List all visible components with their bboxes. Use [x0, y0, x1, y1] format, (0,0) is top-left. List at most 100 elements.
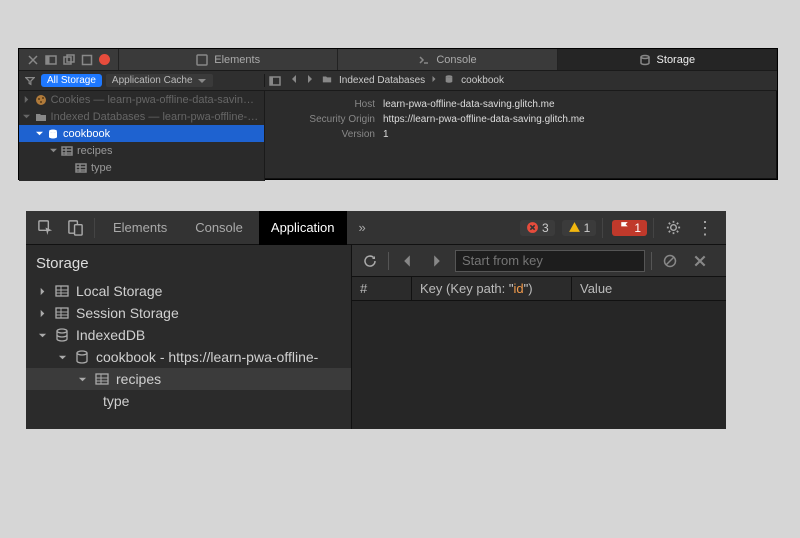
tab-console[interactable]: Console: [183, 211, 255, 245]
separator: [653, 218, 654, 238]
settings-gear-icon[interactable]: [660, 215, 686, 241]
data-column-headers: # Key (Key path: "id") Value: [352, 277, 726, 301]
tree-recipes[interactable]: recipes: [19, 142, 264, 159]
nav-forward-icon[interactable]: [305, 74, 315, 87]
disclosure-down-icon: [76, 373, 88, 385]
close-icon[interactable]: [688, 249, 712, 273]
panel-body: Storage Local Storage Session Storage In…: [26, 245, 726, 429]
filter-bar: All Storage Application Cache Indexed Da…: [19, 71, 777, 91]
badge-count: 3: [542, 221, 549, 235]
tree-cookies[interactable]: Cookies — learn-pwa-offline-data-saving.…: [19, 91, 264, 108]
disclosure-down-icon: [23, 113, 31, 121]
breadcrumb-item[interactable]: Indexed Databases: [339, 75, 425, 86]
storage-icon: [54, 305, 70, 321]
popout-icon[interactable]: [63, 54, 75, 66]
separator: [388, 252, 389, 270]
detail-row-version: Version 1: [275, 127, 767, 142]
tree-label: Local Storage: [76, 283, 162, 299]
filter-icon[interactable]: [23, 76, 37, 86]
main-tab-bar: Elements Console Storage: [19, 49, 777, 71]
detail-key: Host: [275, 99, 375, 110]
tree-cookbook[interactable]: cookbook: [19, 125, 264, 142]
detail-value: https://learn-pwa-offline-data-saving.gl…: [383, 114, 585, 125]
error-icon: [526, 221, 539, 234]
tree-label: Cookies — learn-pwa-offline-data-saving.…: [51, 94, 260, 106]
col-key[interactable]: Key (Key path: "id"): [412, 277, 572, 300]
tab-label: Storage: [657, 54, 696, 66]
database-icon: [54, 327, 70, 343]
warning-count-badge[interactable]: 1: [562, 220, 597, 236]
col-value[interactable]: Value: [572, 277, 726, 300]
tab-console[interactable]: Console: [338, 49, 557, 70]
more-tabs-icon[interactable]: »: [351, 220, 374, 235]
tree-type[interactable]: type: [26, 390, 351, 412]
toggle-sidebar-icon[interactable]: [269, 75, 283, 87]
main-tab-bar: Elements Console Application » 3 1 1 ⋮: [26, 211, 726, 245]
disclosure-right-icon: [36, 307, 48, 319]
kebab-menu-icon[interactable]: ⋮: [690, 219, 720, 237]
tab-storage[interactable]: Storage: [558, 49, 777, 70]
start-from-key-input[interactable]: [455, 250, 645, 272]
separator: [602, 218, 603, 238]
breadcrumb-item[interactable]: cookbook: [461, 75, 504, 86]
tree-type[interactable]: type: [19, 159, 264, 176]
filter-application-cache[interactable]: Application Cache: [106, 74, 213, 87]
nav-back-icon[interactable]: [289, 74, 299, 87]
separator: [94, 218, 95, 238]
tree-session-storage[interactable]: Session Storage: [26, 302, 351, 324]
inspect-icon[interactable]: [32, 215, 58, 241]
folder-icon: [35, 111, 47, 123]
tab-label: Elements: [214, 54, 260, 66]
chevron-right-icon: [431, 75, 437, 86]
detail-row-host: Host learn-pwa-offline-data-saving.glitc…: [275, 97, 767, 112]
refresh-icon[interactable]: [358, 249, 382, 273]
tree-local-storage[interactable]: Local Storage: [26, 280, 351, 302]
col-hash[interactable]: #: [352, 277, 412, 300]
tab-elements[interactable]: Elements: [119, 49, 338, 70]
error-indicator-icon[interactable]: [99, 54, 110, 65]
tree-cookbook[interactable]: cookbook - https://learn-pwa-offline-: [26, 346, 351, 368]
prev-page-icon[interactable]: [395, 249, 419, 273]
tree-indexed-databases[interactable]: Indexed Databases — learn-pwa-offline-da…: [19, 108, 264, 125]
storage-details: Host learn-pwa-offline-data-saving.glitc…: [265, 91, 777, 181]
detail-row-origin: Security Origin https://learn-pwa-offlin…: [275, 112, 767, 127]
data-toolbar: [352, 245, 726, 277]
tree-label: cookbook: [63, 128, 110, 140]
database-icon: [443, 74, 455, 87]
filter-all-storage[interactable]: All Storage: [41, 74, 102, 87]
storage-tree: Cookies — learn-pwa-offline-data-saving.…: [19, 91, 265, 181]
dock-side-icon[interactable]: [45, 54, 57, 66]
table-icon: [61, 145, 73, 157]
clear-icon[interactable]: [658, 249, 682, 273]
tab-application[interactable]: Application: [259, 211, 347, 245]
next-page-icon[interactable]: [425, 249, 449, 273]
breadcrumb-bar: Indexed Databases cookbook: [265, 74, 777, 87]
tree-label: recipes: [116, 371, 161, 387]
disclosure-right-icon: [36, 285, 48, 297]
overflow-icon[interactable]: [81, 54, 93, 66]
disclosure-down-icon: [36, 329, 48, 341]
table-icon: [75, 162, 87, 174]
device-toggle-icon[interactable]: [62, 215, 88, 241]
spacer: [63, 164, 71, 172]
database-icon: [47, 128, 59, 140]
warning-icon: [568, 221, 581, 234]
database-icon: [74, 349, 90, 365]
tree-label: Session Storage: [76, 305, 179, 321]
table-icon: [94, 371, 110, 387]
detail-value: learn-pwa-offline-data-saving.glitch.me: [383, 99, 555, 110]
detail-key: Security Origin: [275, 114, 375, 125]
tab-elements[interactable]: Elements: [101, 211, 179, 245]
detail-value: 1: [383, 129, 389, 140]
badge-count: 1: [584, 221, 591, 235]
application-content: # Key (Key path: "id") Value: [352, 245, 726, 429]
tree-label: IndexedDB: [76, 327, 145, 343]
elements-icon: [196, 54, 208, 66]
disclosure-down-icon: [49, 147, 57, 155]
issues-badge[interactable]: 1: [612, 220, 647, 236]
close-icon[interactable]: [27, 54, 39, 66]
tree-recipes[interactable]: recipes: [26, 368, 351, 390]
error-count-badge[interactable]: 3: [520, 220, 555, 236]
tree-indexeddb[interactable]: IndexedDB: [26, 324, 351, 346]
flag-icon: [618, 221, 631, 234]
